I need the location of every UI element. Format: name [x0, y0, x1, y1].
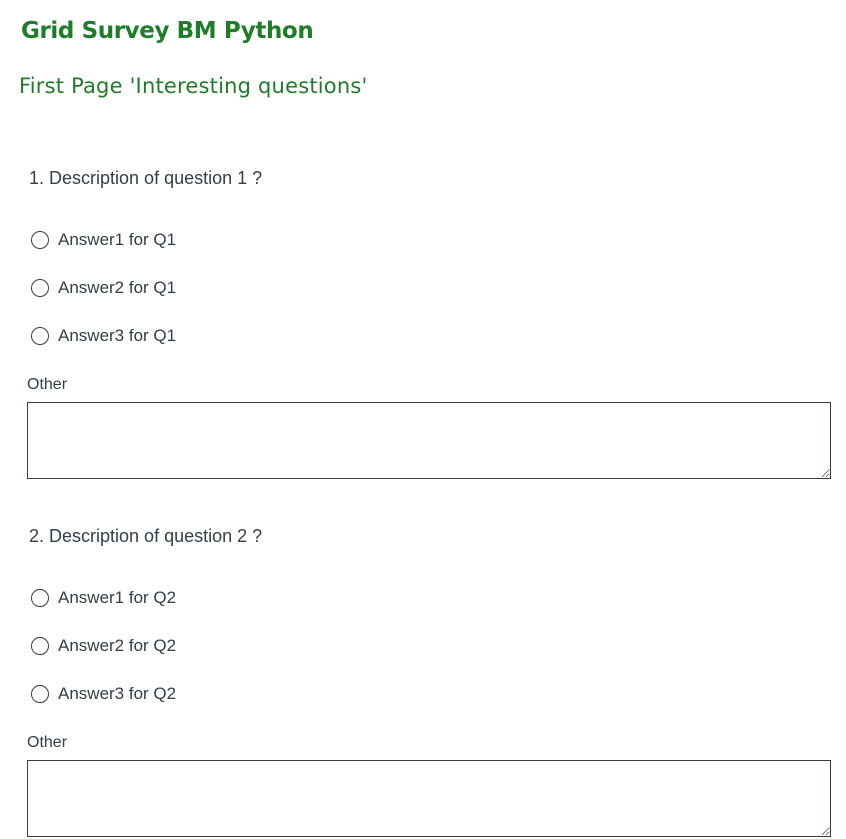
answer-label: Answer2 for Q2 — [58, 636, 177, 655]
answer-label: Answer3 for Q1 — [58, 326, 177, 345]
question-heading: 2. Description of question 2 ? — [29, 526, 262, 547]
other-text-field-q2[interactable] — [27, 760, 831, 837]
answer-label: Answer1 for Q1 — [58, 230, 177, 249]
other-text-field-q1[interactable] — [27, 402, 831, 479]
radio-unchecked-icon[interactable] — [31, 637, 49, 655]
answer-option-q2-1[interactable]: Answer1 for Q2 — [31, 587, 176, 609]
radio-unchecked-icon[interactable] — [31, 279, 49, 297]
survey-title: Grid Survey BM Python — [21, 18, 314, 44]
other-label: Other — [27, 376, 68, 393]
radio-unchecked-icon[interactable] — [31, 589, 49, 607]
other-label: Other — [27, 734, 68, 751]
question-heading: 1. Description of question 1 ? — [29, 168, 262, 189]
answer-label: Answer3 for Q2 — [58, 684, 177, 703]
radio-unchecked-icon[interactable] — [31, 685, 49, 703]
radio-unchecked-icon[interactable] — [31, 231, 49, 249]
answer-option-q2-3[interactable]: Answer3 for Q2 — [31, 683, 176, 705]
question-text: Description of question 1 ? — [49, 168, 263, 188]
page-title: First Page 'Interesting questions' — [19, 74, 368, 98]
answer-label: Answer1 for Q2 — [58, 588, 177, 607]
radio-unchecked-icon[interactable] — [31, 327, 49, 345]
answer-option-q1-3[interactable]: Answer3 for Q1 — [31, 325, 176, 347]
answer-option-q1-1[interactable]: Answer1 for Q1 — [31, 229, 176, 251]
question-number: 1. — [29, 168, 45, 188]
question-text: Description of question 2 ? — [49, 526, 263, 546]
answer-option-q1-2[interactable]: Answer2 for Q1 — [31, 277, 176, 299]
answer-label: Answer2 for Q1 — [58, 278, 177, 297]
question-number: 2. — [29, 526, 45, 546]
answer-option-q2-2[interactable]: Answer2 for Q2 — [31, 635, 176, 657]
